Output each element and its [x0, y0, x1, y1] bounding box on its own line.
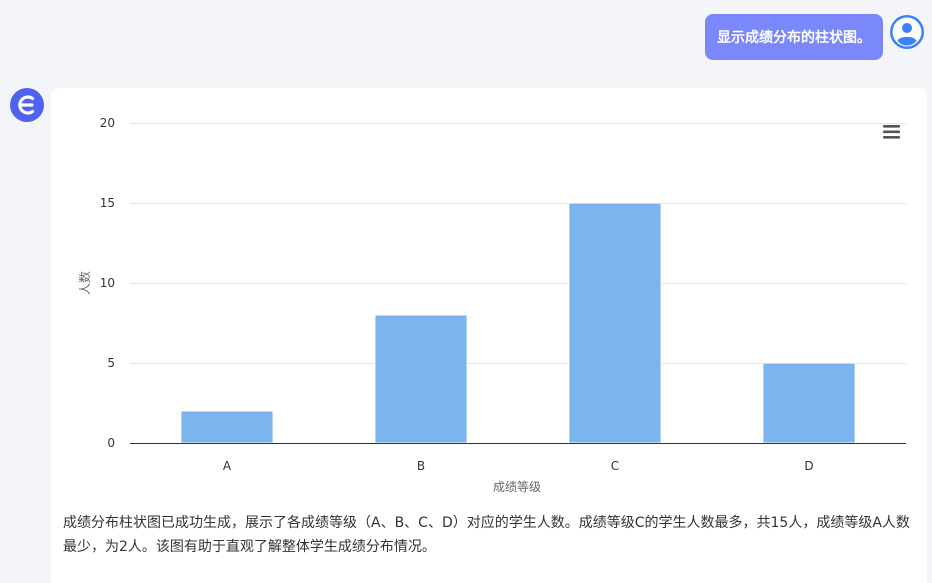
user-avatar-icon[interactable]	[889, 14, 925, 50]
bar-b[interactable]	[374, 314, 468, 444]
x-axis-ticks: A B C D	[223, 459, 814, 473]
x-tick-label: D	[804, 459, 813, 473]
chart-menu-icon[interactable]	[881, 122, 903, 142]
bot-message-card: 0 5 10 15 20 A B C D 成绩等级 人数 成绩分布柱状图已成功生成，展示了各成…	[51, 88, 927, 583]
user-message-text: 显示成绩分布的柱状图。	[717, 30, 871, 46]
bar-d[interactable]	[762, 362, 856, 444]
bar-c[interactable]	[568, 202, 662, 444]
chart-grid	[130, 123, 906, 364]
bar-chart: 0 5 10 15 20 A B C D 成绩等级 人数	[77, 116, 906, 494]
y-axis-title: 人数	[77, 271, 92, 295]
y-tick-label: 15	[100, 196, 115, 210]
x-tick-label: B	[417, 459, 425, 473]
y-tick-label: 10	[100, 276, 115, 290]
y-tick-label: 20	[100, 116, 115, 130]
bar-a[interactable]	[180, 410, 274, 444]
y-tick-label: 0	[107, 436, 115, 450]
chart-bars	[180, 202, 856, 444]
y-axis-ticks: 0 5 10 15 20	[100, 116, 115, 450]
x-tick-label: A	[223, 459, 232, 473]
bot-logo-icon	[10, 88, 44, 122]
x-axis-title: 成绩等级	[493, 480, 541, 494]
x-tick-label: C	[611, 459, 619, 473]
y-tick-label: 5	[107, 356, 115, 370]
chat-page: 显示成绩分布的柱状图。 0 5 10 15 20 A B C D 成绩等级 人数 成绩…	[0, 0, 932, 583]
user-message-bubble: 显示成绩分布的柱状图。	[705, 14, 883, 60]
summary-text: 成绩分布柱状图已成功生成，展示了各成绩等级（A、B、C、D）对应的学生人数。成绩…	[63, 515, 910, 555]
